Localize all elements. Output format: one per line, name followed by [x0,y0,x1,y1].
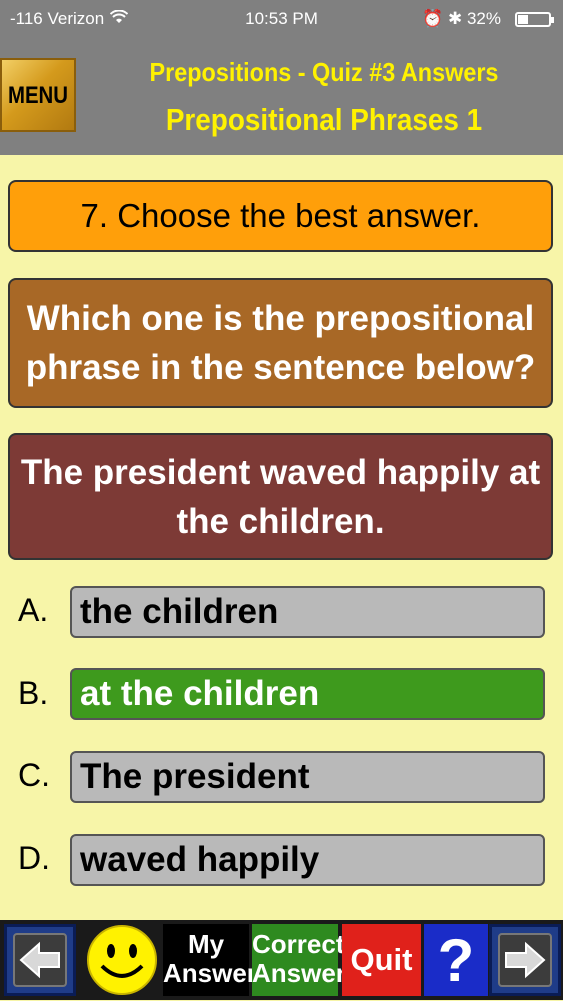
instruction-box: 7. Choose the best answer. [8,180,553,252]
sentence-text: The president waved happily at the child… [20,452,541,541]
smiley-face-icon[interactable] [84,924,160,996]
right-arrow-icon [505,941,546,979]
correct-answer-label-line1: Correct [252,929,345,959]
option-d-text: waved happily [80,840,320,879]
bluetooth-icon: ✱ [447,9,463,28]
question-box: Which one is the prepositional phrase in… [8,278,553,408]
quiz-subtitle: Prepositional Phrases 1 [165,102,483,137]
menu-label: MENU [7,82,69,109]
help-button[interactable]: ? [424,924,488,996]
left-arrow-icon [19,941,60,979]
option-letter-d: D. [18,840,50,876]
option-letter-a: A. [18,592,49,628]
instruction-text: 7. Choose the best answer. [80,197,481,234]
battery-icon [515,12,554,27]
correct-answer-button[interactable]: Correct Answer [252,924,346,996]
option-d-button[interactable]: waved happily [70,834,545,886]
option-c-text: The president [80,757,310,796]
back-button[interactable] [4,924,76,996]
quit-button[interactable]: Quit [342,924,421,996]
option-a-button[interactable]: the children [70,586,545,638]
quit-label: Quit [350,942,413,977]
forward-button[interactable] [489,924,561,996]
option-letter-b: B. [18,675,49,711]
option-b-text: at the children [80,674,320,713]
question-mark-icon: ? [437,927,475,994]
status-icons: ⏰ ✱ 32% [422,9,501,29]
option-c-button[interactable]: The president [70,751,545,803]
status-bar: -116 Verizon 10:53 PM ⏰ ✱ 32% [0,0,563,40]
my-answer-label-line1: My [187,929,225,959]
option-b-button[interactable]: at the children [70,668,545,720]
menu-button[interactable]: MENU [0,58,76,132]
sentence-box: The president waved happily at the child… [8,433,553,560]
option-letter-c: C. [18,757,50,793]
my-answer-label-line2: Answer [163,958,257,988]
alarm-icon: ⏰ [422,9,444,28]
option-a-text: the children [80,592,279,631]
question-text: Which one is the prepositional phrase in… [25,299,536,387]
my-answer-button[interactable]: My Answer [163,924,257,996]
battery-percent: 32% [466,9,501,28]
quiz-title: Prepositions - Quiz #3 Answers [149,57,499,87]
correct-answer-label-line2: Answer [252,958,346,988]
